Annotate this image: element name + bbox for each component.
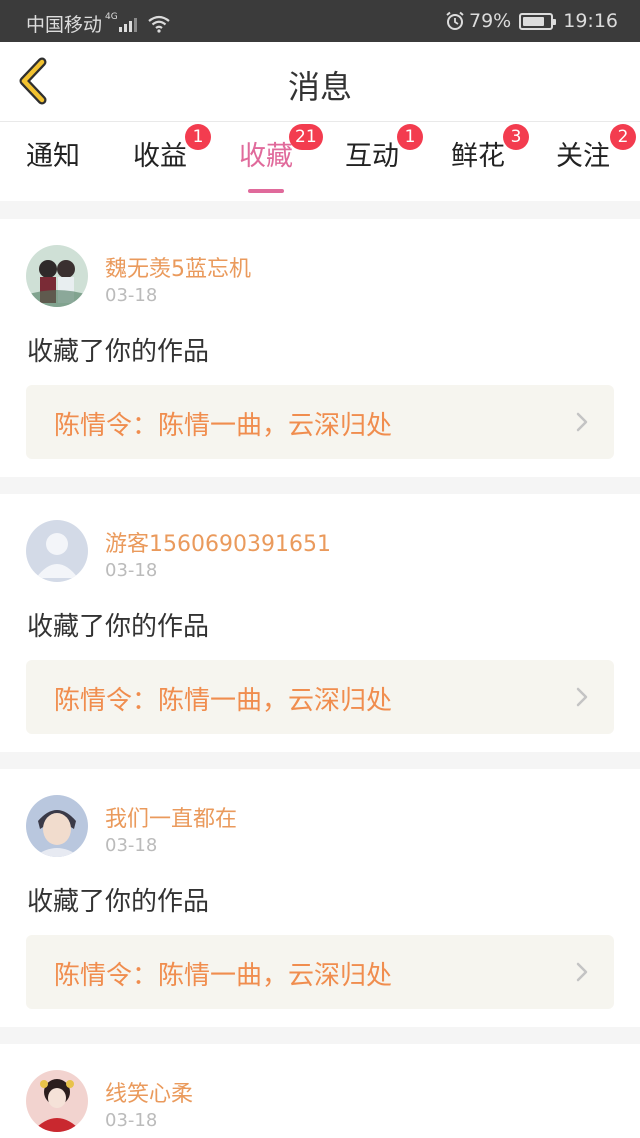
action-text: 收藏了你的作品 [27,337,210,367]
alarm-icon [446,11,464,30]
work-link[interactable]: 陈情令：陈情一曲，云深归处 [26,660,614,734]
tab-bar: 通知 收益 1 收藏 21 互动 1 鲜花 3 关注 2 [0,121,640,201]
tab-label: 收益 [133,141,187,172]
tab-interactions[interactable]: 互动 1 [345,124,423,184]
battery-percent: 79% [469,10,512,32]
avatar[interactable] [26,520,88,582]
chevron-right-icon [576,962,588,982]
tab-follows[interactable]: 关注 2 [556,124,636,184]
message-date: 03-18 [105,1110,158,1131]
user-name[interactable]: 线笑心柔 [105,1076,193,1108]
work-title: 陈情令：陈情一曲，云深归处 [54,686,393,716]
chevron-right-icon [576,687,588,707]
user-name[interactable]: 魏无羡5蓝忘机 [105,251,251,283]
page-title: 消息 [287,68,352,106]
work-title: 陈情令：陈情一曲，云深归处 [54,411,393,441]
avatar-image [26,1070,88,1132]
battery-fill [523,16,544,26]
network-type: 4G [105,11,118,22]
tab-label: 关注 [556,141,610,172]
work-link[interactable]: 陈情令：陈情一曲，云深归处 [26,935,614,1009]
tab-notifications[interactable]: 通知 [26,134,80,184]
avatar[interactable] [26,245,88,307]
clock: 19:16 [563,10,618,32]
signal-icon [118,16,137,32]
user-name[interactable]: 我们一直都在 [105,801,237,833]
message-card: 我们一直都在 03-18 收藏了你的作品 陈情令：陈情一曲，云深归处 [0,769,640,1027]
title-bar: 消息 [0,42,640,121]
wifi-icon [148,15,170,33]
tab-earnings[interactable]: 收益 1 [133,124,211,184]
battery-icon [519,12,557,30]
work-link[interactable]: 陈情令：陈情一曲，云深归处 [26,385,614,459]
message-card: 线笑心柔 03-18 [0,1044,640,1138]
tab-label: 鲜花 [451,141,505,172]
unread-badge: 2 [610,124,636,150]
action-text: 收藏了你的作品 [27,887,210,917]
action-text: 收藏了你的作品 [27,612,210,642]
message-date: 03-18 [105,835,158,856]
message-card: 魏无羡5蓝忘机 03-18 收藏了你的作品 陈情令：陈情一曲，云深归处 [0,219,640,477]
tab-label: 收藏 [239,141,293,172]
tab-label: 通知 [26,141,80,172]
avatar-image [26,245,88,307]
unread-badge: 3 [503,124,529,150]
message-card: 游客1560690391651 03-18 收藏了你的作品 陈情令：陈情一曲，云… [0,494,640,752]
user-name[interactable]: 游客1560690391651 [105,526,331,558]
active-tab-indicator [248,189,284,193]
default-user-icon [26,520,88,582]
carrier-name: 中国移动 [26,14,103,36]
unread-badge: 1 [185,124,211,150]
unread-badge: 21 [289,124,323,150]
status-bar: 中国移动 4G 79% 19:16 [0,0,640,42]
unread-badge: 1 [397,124,423,150]
avatar[interactable] [26,1070,88,1132]
tab-flowers[interactable]: 鲜花 3 [451,124,529,184]
avatar[interactable] [26,795,88,857]
chevron-right-icon [576,412,588,432]
message-date: 03-18 [105,285,158,306]
tab-favorites[interactable]: 收藏 21 [239,124,323,193]
work-title: 陈情令：陈情一曲，云深归处 [54,961,393,991]
tab-label: 互动 [345,141,399,172]
message-date: 03-18 [105,560,158,581]
avatar-image [26,795,88,857]
